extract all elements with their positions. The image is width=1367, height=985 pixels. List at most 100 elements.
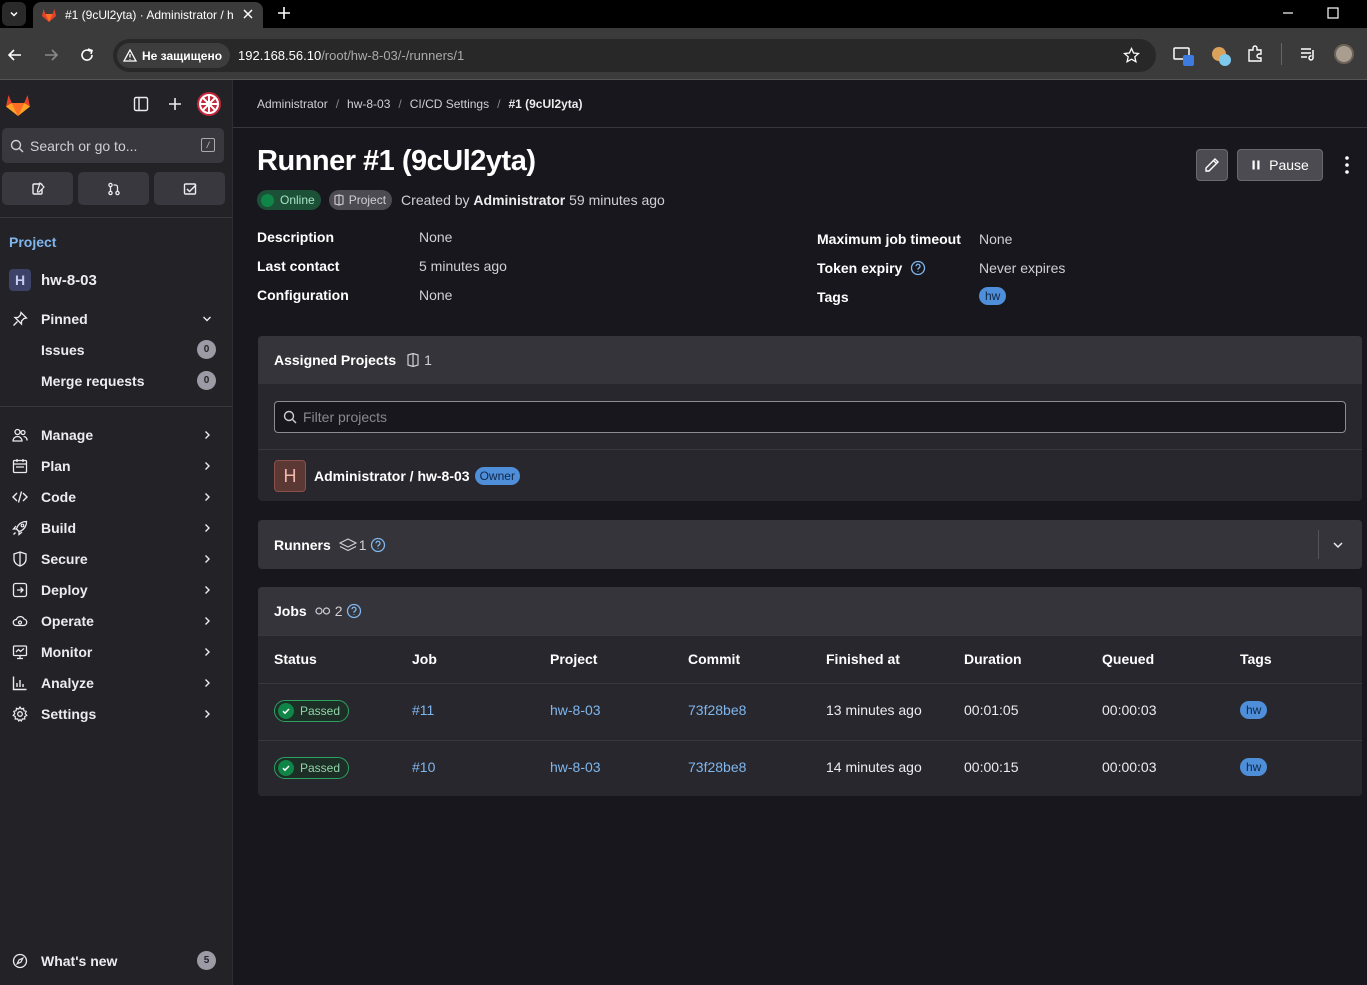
sidebar-item-merge-requests[interactable]: Merge requests 0 (0, 367, 232, 395)
created-by-text: Created by Administrator 59 minutes ago (401, 192, 665, 208)
sidebar-item-issues[interactable]: Issues 0 (0, 336, 232, 364)
maximize-icon[interactable] (1326, 6, 1340, 20)
reload-icon[interactable] (79, 47, 95, 63)
sidebar-toggle-icon[interactable] (133, 96, 149, 112)
check-circle-icon (278, 703, 294, 719)
media-queue-icon[interactable] (1299, 45, 1317, 63)
runner-status-row: Online Project Created by Administrator … (257, 190, 665, 210)
sidebar-item-label: Operate (41, 613, 94, 629)
card-title: Assigned Projects (274, 352, 397, 368)
sidebar-item-build[interactable]: Build (0, 514, 232, 542)
sidebar-item-monitor[interactable]: Monitor (0, 638, 232, 666)
tags-cell: hw (1240, 758, 1268, 776)
extension-cookie-icon[interactable] (1210, 45, 1232, 67)
user-avatar[interactable] (197, 92, 221, 116)
card-header[interactable]: Runners 1 (258, 520, 1362, 569)
extension-screen-icon[interactable] (1173, 45, 1195, 67)
sidebar-item-deploy[interactable]: Deploy (0, 576, 232, 604)
job-link[interactable]: #10 (412, 759, 435, 775)
gitlab-logo-icon[interactable] (5, 92, 31, 118)
create-new-icon[interactable] (167, 96, 183, 112)
sidebar-item-manage[interactable]: Manage (0, 421, 232, 449)
sidebar-item-whats-new[interactable]: What's new 5 (0, 947, 232, 975)
card-title: Runners (274, 536, 331, 553)
filter-projects-input[interactable]: Filter projects (274, 401, 1346, 433)
column-header: Finished at (826, 651, 900, 667)
project-link[interactable]: hw-8-03 (550, 759, 601, 775)
commit-link[interactable]: 73f28be8 (688, 759, 746, 775)
back-arrow-icon[interactable] (7, 47, 23, 63)
detail-value: 5 minutes ago (419, 258, 507, 274)
tag-badge: hw (979, 287, 1007, 305)
project-link[interactable]: hw-8-03 (550, 702, 601, 718)
sidebar-item-analyze[interactable]: Analyze (0, 669, 232, 697)
status-badge[interactable]: Passed (274, 757, 350, 779)
help-icon[interactable] (370, 537, 386, 553)
cloud-icon (12, 615, 28, 627)
issues-quick-button[interactable] (2, 172, 73, 205)
sidebar-project[interactable]: H hw-8-03 (9, 269, 97, 291)
todo-checkbox-icon (183, 182, 197, 195)
detail-key: Configuration (257, 287, 349, 303)
project-icon (334, 194, 344, 206)
forward-arrow-icon[interactable] (43, 47, 59, 63)
more-actions-icon[interactable] (1338, 155, 1356, 175)
column-header: Status (274, 651, 317, 667)
count-badge: 5 (197, 951, 216, 970)
extensions-puzzle-icon[interactable] (1246, 45, 1264, 63)
browser-tabstrip: #1 (9cUl2yta) · Administrator / hw-8-03 (0, 0, 1367, 28)
sidebar-item-label: Settings (41, 706, 97, 722)
pipeline-icon (315, 607, 330, 615)
address-bar[interactable]: Не защищено 192.168.56.10/root/hw-8-03/-… (113, 39, 1156, 72)
help-icon[interactable] (910, 260, 926, 276)
sidebar-item-pinned[interactable]: Pinned (0, 305, 232, 333)
sidebar-item-plan[interactable]: Plan (0, 452, 232, 480)
sidebar-item-label: Secure (41, 551, 88, 567)
bookmark-star-icon[interactable] (1123, 47, 1140, 64)
pause-button[interactable]: Pause (1237, 149, 1323, 181)
security-indicator[interactable]: Не защищено (117, 43, 231, 68)
sidebar-divider (0, 406, 232, 407)
chevron-right-icon (205, 555, 210, 563)
edit-button[interactable] (1196, 149, 1228, 181)
search-shortcut-key: / (201, 138, 215, 152)
detail-key: Description (257, 229, 335, 245)
new-tab-icon[interactable] (276, 5, 292, 21)
sidebar-item-secure[interactable]: Secure (0, 545, 232, 573)
job-link[interactable]: #11 (412, 702, 434, 718)
card-divider (258, 635, 1362, 636)
breadcrumb-item[interactable]: CI/CD Settings (410, 97, 489, 111)
sidebar-item-code[interactable]: Code (0, 483, 232, 511)
card-count: 1 (406, 352, 432, 368)
sidebar-item-label: Pinned (41, 311, 88, 327)
breadcrumb-item[interactable]: Administrator (257, 97, 328, 111)
tab-search-button[interactable] (2, 2, 26, 26)
breadcrumb-item[interactable]: hw-8-03 (347, 97, 390, 111)
profile-avatar[interactable] (1334, 44, 1354, 64)
url-text: 192.168.56.10/root/hw-8-03/-/runners/1 (238, 48, 465, 63)
status-badge[interactable]: Passed (274, 700, 350, 722)
close-icon[interactable] (241, 7, 255, 21)
count-badge: 0 (197, 340, 216, 359)
help-icon[interactable] (346, 603, 362, 619)
todo-quick-button[interactable] (154, 172, 225, 205)
card-header: Jobs 2 (258, 587, 1362, 635)
commit-link[interactable]: 73f28be8 (688, 702, 746, 718)
sidebar-item-operate[interactable]: Operate (0, 607, 232, 635)
rocket-icon (12, 520, 28, 536)
breadcrumb-current[interactable]: #1 (9cUl2yta) (508, 97, 582, 111)
sidebar-section-label: Project (9, 234, 57, 250)
detail-key: Maximum job timeout (817, 231, 961, 247)
card-title: Jobs (274, 603, 307, 619)
merge-requests-quick-button[interactable] (78, 172, 149, 205)
browser-tab[interactable]: #1 (9cUl2yta) · Administrator / hw-8-03 (33, 2, 263, 28)
runners-card: Runners 1 (258, 520, 1362, 569)
sidebar-item-settings[interactable]: Settings (0, 700, 232, 728)
project-link[interactable]: Administrator / hw-8-03 (314, 468, 470, 484)
minimize-icon[interactable] (1281, 6, 1295, 20)
chevron-down-icon[interactable] (1332, 539, 1344, 551)
table-row: Passed #10 hw-8-03 73f28be8 14 minutes a… (258, 741, 1362, 796)
compass-icon (12, 953, 28, 969)
card-divider (258, 449, 1362, 450)
search-input[interactable]: Search or go to... / (2, 128, 224, 163)
